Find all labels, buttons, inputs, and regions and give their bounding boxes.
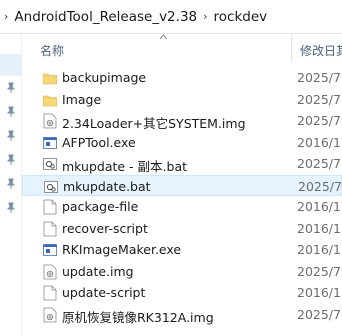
exe-icon xyxy=(43,135,57,151)
file-date: 2016/1 xyxy=(297,285,341,300)
file-date: 2025/7 xyxy=(297,263,341,279)
img-file-icon xyxy=(43,264,57,280)
column-header: 名称 修改日其 xyxy=(22,34,342,62)
breadcrumb: › AndroidTool_Release_v2.38 › rockdev xyxy=(0,0,342,34)
pin-icon[interactable] xyxy=(5,178,17,190)
file-row[interactable]: 原机恢复镜像RK312A.img 2025/7 xyxy=(22,304,342,326)
file-row[interactable]: package-file 2016/1 xyxy=(22,196,342,218)
file-name[interactable]: mkupdate - 副本.bat xyxy=(62,156,187,175)
img-file-icon xyxy=(43,307,57,323)
folder-icon xyxy=(42,70,58,86)
file-name[interactable]: backupimage xyxy=(62,70,146,85)
file-name[interactable]: 原机恢复镜像RK312A.img xyxy=(62,307,214,326)
file-icon xyxy=(43,285,57,301)
file-name[interactable]: 2.34Loader+其它SYSTEM.img xyxy=(62,113,246,132)
file-date: 2025/7 xyxy=(297,70,341,85)
nav-selected-item[interactable] xyxy=(0,54,22,76)
file-list: backupimage 2025/7 Image 2025/7 2.34Loader+其… xyxy=(22,67,342,325)
column-divider[interactable] xyxy=(291,34,292,62)
file-row[interactable]: mkupdate - 副本.bat 2025/7 xyxy=(22,153,342,175)
navigation-pane xyxy=(0,34,22,336)
column-name-header[interactable]: 名称 xyxy=(40,42,64,59)
file-icon xyxy=(43,221,57,237)
file-row[interactable]: AFPTool.exe 2016/1 xyxy=(22,132,342,154)
folder-icon xyxy=(42,92,58,108)
chevron-right-icon[interactable]: › xyxy=(203,10,207,23)
file-name[interactable]: update-script xyxy=(62,285,145,300)
pin-icon[interactable] xyxy=(5,202,17,214)
file-date: 2016/1 xyxy=(297,220,341,236)
file-date: 2016/1 xyxy=(297,242,341,257)
pin-icon[interactable] xyxy=(5,106,17,118)
file-date: 2025/7 xyxy=(297,306,341,322)
file-name[interactable]: recover-script xyxy=(62,221,148,236)
file-icon xyxy=(43,199,57,215)
file-row[interactable]: update.img 2025/7 xyxy=(22,261,342,283)
pin-icon[interactable] xyxy=(5,154,17,166)
file-date: 2025/7 xyxy=(297,156,341,171)
file-row[interactable]: mkupdate.bat 2025/7 xyxy=(22,174,342,196)
file-name[interactable]: AFPTool.exe xyxy=(62,135,136,150)
img-file-icon xyxy=(43,113,57,129)
file-row[interactable]: recover-script 2016/1 xyxy=(22,218,342,240)
pin-icon[interactable] xyxy=(5,82,17,94)
file-date: 2025/7 xyxy=(297,91,341,107)
exe-icon xyxy=(43,242,57,258)
file-name[interactable]: mkupdate.bat xyxy=(63,179,151,194)
file-row[interactable]: Image 2025/7 xyxy=(22,89,342,111)
pin-icon[interactable] xyxy=(5,130,17,142)
file-row[interactable]: RKImageMaker.exe 2016/1 xyxy=(22,239,342,261)
bat-icon xyxy=(44,179,58,195)
file-row[interactable]: backupimage 2025/7 xyxy=(22,67,342,89)
breadcrumb-item-androidtool[interactable]: AndroidTool_Release_v2.38 xyxy=(14,9,197,25)
file-row[interactable]: update-script 2016/1 xyxy=(22,282,342,304)
chevron-right-icon[interactable]: › xyxy=(4,10,8,23)
file-date: 2025/7 xyxy=(298,178,342,194)
file-date: 2016/1 xyxy=(297,199,341,214)
column-date-header[interactable]: 修改日其 xyxy=(300,42,342,59)
file-name[interactable]: RKImageMaker.exe xyxy=(62,242,181,257)
bat-icon xyxy=(43,156,57,172)
file-name[interactable]: Image xyxy=(62,92,101,107)
file-date: 2025/7 xyxy=(297,113,341,128)
file-name[interactable]: package-file xyxy=(62,199,138,214)
file-name[interactable]: update.img xyxy=(62,264,134,279)
file-row[interactable]: 2.34Loader+其它SYSTEM.img 2025/7 xyxy=(22,110,342,132)
breadcrumb-item-rockdev[interactable]: rockdev xyxy=(214,9,268,25)
file-date: 2016/1 xyxy=(297,134,341,150)
sort-ascending-icon[interactable] xyxy=(159,34,168,40)
